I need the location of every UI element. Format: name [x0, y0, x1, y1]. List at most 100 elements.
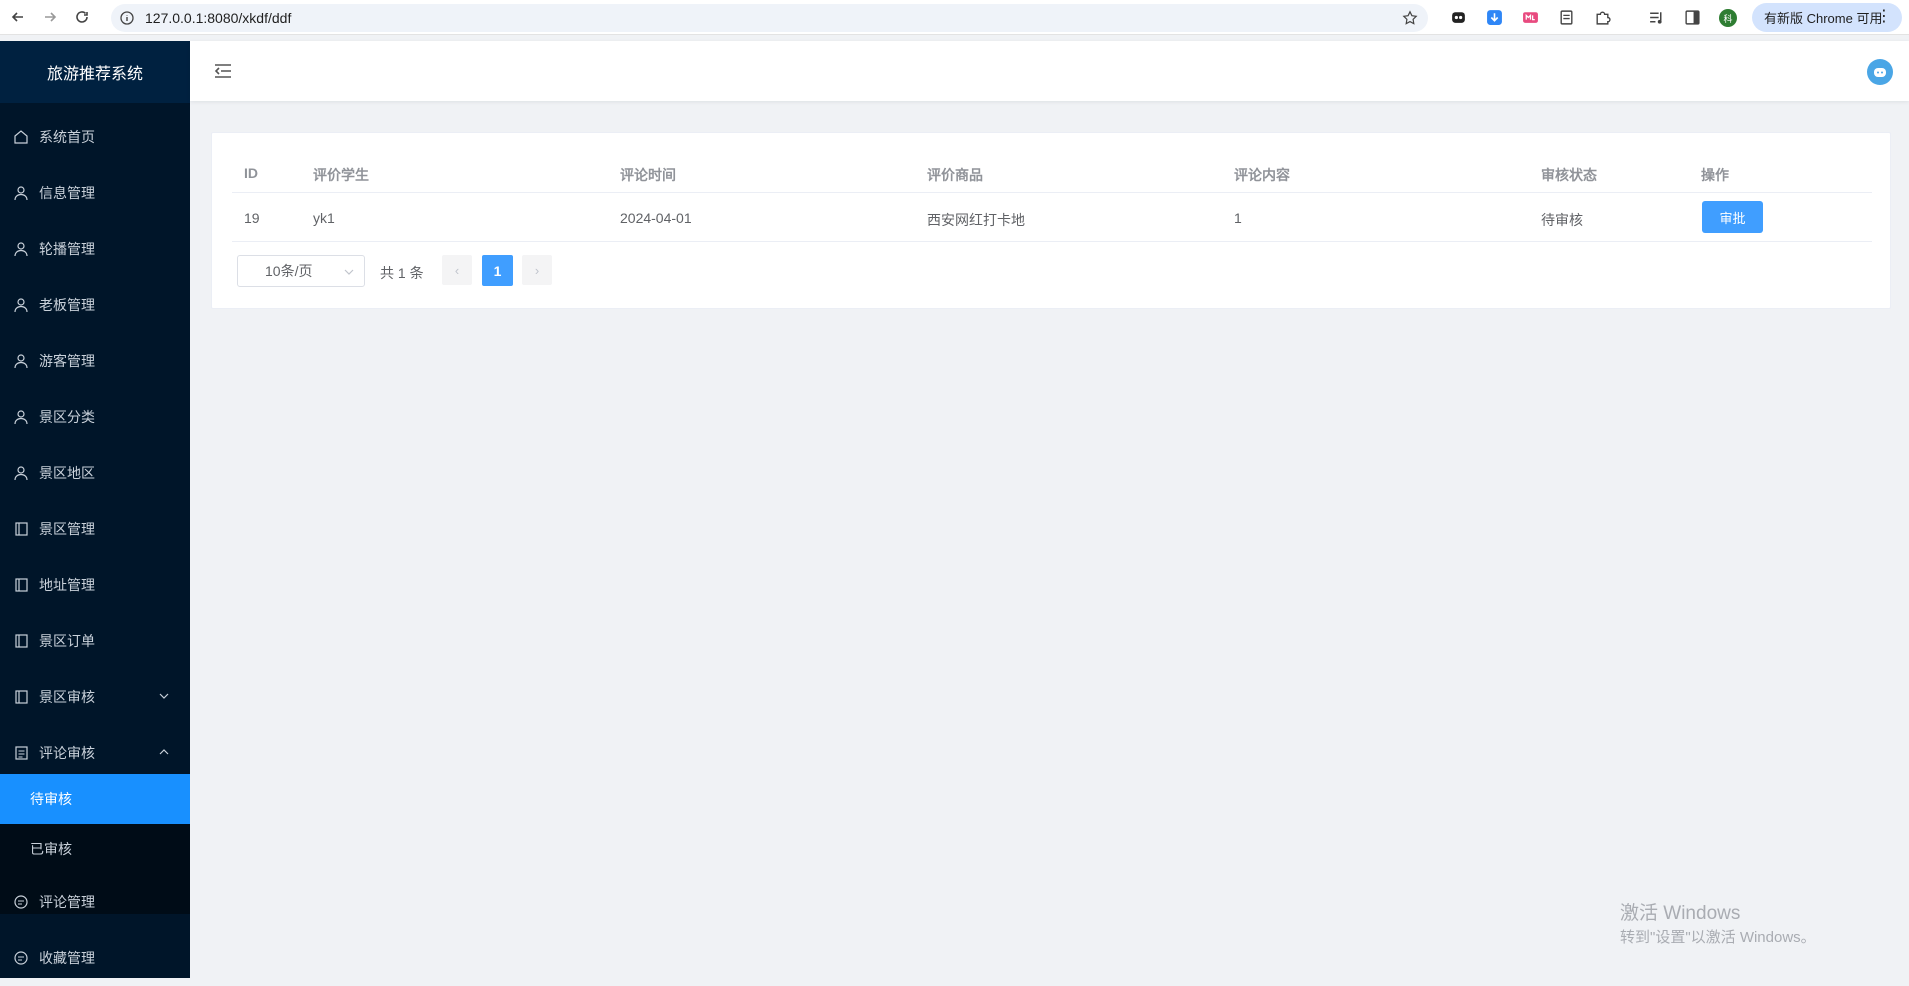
sidebar-item-label: 收藏管理: [39, 950, 95, 966]
sidebar-item-category[interactable]: 景区分类: [0, 389, 190, 445]
column-header-id: ID: [244, 165, 258, 181]
comment-review-card: ID 评价学生 评论时间 评价商品 评论内容 审核状态 操作 19 yk1 20…: [211, 132, 1891, 309]
row-divider: [232, 241, 1872, 242]
sidebar-title: 旅游推荐系统: [0, 41, 190, 103]
menu-fold-icon[interactable]: [214, 63, 232, 79]
next-page-button[interactable]: ›: [522, 255, 552, 285]
cell-student: yk1: [313, 210, 335, 226]
notebook-icon: [13, 521, 29, 537]
back-button[interactable]: [4, 3, 32, 31]
submenu-item-pending[interactable]: 待审核: [0, 774, 190, 824]
sidebar-item-home[interactable]: 系统首页: [0, 109, 190, 165]
page-size-value: 10条/页: [265, 263, 313, 279]
column-header-product: 评价商品: [927, 167, 983, 183]
column-header-student: 评价学生: [313, 167, 369, 183]
user-avatar[interactable]: [1867, 59, 1893, 85]
media-control-icon[interactable]: [1648, 9, 1665, 26]
back-arrow-icon: [11, 12, 23, 22]
pagination-total: 共 1 条: [380, 265, 424, 281]
extension-icon[interactable]: [1450, 9, 1467, 26]
windows-activation-subtitle: 转到"设置"以激活 Windows。: [1620, 929, 1816, 946]
sidebar-item-label: 游客管理: [39, 353, 95, 369]
sidebar-item-label: 轮播管理: [39, 241, 95, 257]
page-number-current[interactable]: 1: [482, 255, 513, 286]
reload-button[interactable]: [68, 3, 96, 31]
column-header-time: 评论时间: [620, 167, 676, 183]
sidebar-item-label: 信息管理: [39, 185, 95, 201]
extension-icon[interactable]: [1522, 9, 1539, 26]
side-panel-icon[interactable]: [1684, 9, 1701, 26]
update-label: 有新版 Chrome 可用: [1764, 11, 1883, 26]
notebook-icon: [13, 577, 29, 593]
sidebar-item-carousel[interactable]: 轮播管理: [0, 221, 190, 277]
sidebar-item-label: 评论管理: [39, 894, 95, 910]
page-size-select[interactable]: 10条/页: [237, 255, 365, 287]
top-header: [190, 41, 1909, 101]
chevron-left-icon: ‹: [454, 262, 460, 278]
sidebar-item-region[interactable]: 景区地区: [0, 445, 190, 501]
chrome-update-button[interactable]: 有新版 Chrome 可用 ⋮: [1752, 3, 1902, 32]
document-icon: [13, 745, 29, 761]
submenu-item-reviewed[interactable]: 已审核: [0, 824, 190, 874]
sidebar-item-label: 景区管理: [39, 521, 95, 537]
chevron-down-icon: [159, 693, 169, 699]
windows-activation-title: 激活 Windows: [1620, 903, 1741, 924]
approve-button[interactable]: 审批: [1702, 201, 1763, 233]
sidebar-item-scenic[interactable]: 景区管理: [0, 501, 190, 557]
forward-arrow-icon: [45, 12, 57, 22]
header-divider: [232, 192, 1872, 193]
sidebar-item-label: 景区订单: [39, 633, 95, 649]
cell-id: 19: [244, 210, 260, 226]
site-info-icon[interactable]: [119, 10, 135, 26]
cell-time: 2024-04-01: [620, 210, 692, 226]
browser-toolbar: 127.0.0.1:8080/xkdf/ddf 科 有新版 Chrome 可用 …: [0, 0, 1909, 35]
profile-avatar[interactable]: 科: [1719, 9, 1737, 27]
home-icon: [13, 129, 29, 145]
cell-product: 西安网红打卡地: [927, 212, 1025, 228]
download-extension-icon[interactable]: [1486, 9, 1503, 26]
avatar-face-icon: [1874, 68, 1886, 77]
more-menu-icon[interactable]: ⋮: [1876, 9, 1892, 25]
column-header-action: 操作: [1701, 167, 1729, 183]
sidebar-item-orders[interactable]: 景区订单: [0, 613, 190, 669]
sidebar-item-info[interactable]: 信息管理: [0, 165, 190, 221]
sidebar-item-visitor[interactable]: 游客管理: [0, 333, 190, 389]
user-icon: [13, 241, 29, 257]
sidebar-item-comment-review[interactable]: 评论审核: [0, 725, 190, 781]
prev-page-button[interactable]: ‹: [442, 255, 472, 285]
chevron-up-icon: [159, 749, 169, 755]
submenu-item-label: 已审核: [30, 841, 72, 857]
address-bar[interactable]: 127.0.0.1:8080/xkdf/ddf: [111, 4, 1428, 32]
reload-icon: [76, 11, 88, 23]
submenu-item-label: 待审核: [30, 791, 72, 807]
tab-search-icon[interactable]: [1558, 9, 1575, 26]
column-header-status: 审核状态: [1541, 167, 1597, 183]
profile-initial: 科: [1723, 13, 1733, 24]
sidebar-item-boss[interactable]: 老板管理: [0, 277, 190, 333]
column-header-content: 评论内容: [1234, 167, 1290, 183]
sidebar-item-label: 景区分类: [39, 409, 95, 425]
sidebar-item-label: 老板管理: [39, 297, 95, 313]
user-icon: [13, 353, 29, 369]
sidebar-item-scenic-review[interactable]: 景区审核: [0, 669, 190, 725]
url-text[interactable]: 127.0.0.1:8080/xkdf/ddf: [145, 10, 291, 26]
user-icon: [13, 465, 29, 481]
sidebar-item-label: 景区审核: [39, 689, 95, 705]
user-icon: [13, 185, 29, 201]
chevron-right-icon: ›: [534, 262, 540, 278]
sidebar-item-comments[interactable]: 评论管理: [0, 874, 190, 930]
sidebar-item-address[interactable]: 地址管理: [0, 557, 190, 613]
user-icon: [13, 297, 29, 313]
puzzle-extensions-icon[interactable]: [1594, 9, 1611, 26]
notebook-icon: [13, 633, 29, 649]
chevron-down-icon: [344, 269, 354, 275]
chat-icon: [13, 950, 29, 966]
chat-icon: [13, 894, 29, 910]
user-icon: [13, 409, 29, 425]
forward-button[interactable]: [36, 3, 64, 31]
sidebar: 旅游推荐系统 系统首页 信息管理 轮播管理 老板管理 游客管理 景区分类 景区地…: [0, 41, 190, 978]
sidebar-item-label: 地址管理: [39, 577, 95, 593]
sidebar-item-label: 景区地区: [39, 465, 95, 481]
bookmark-star-icon[interactable]: [1402, 10, 1418, 26]
sidebar-item-label: 系统首页: [39, 129, 95, 145]
